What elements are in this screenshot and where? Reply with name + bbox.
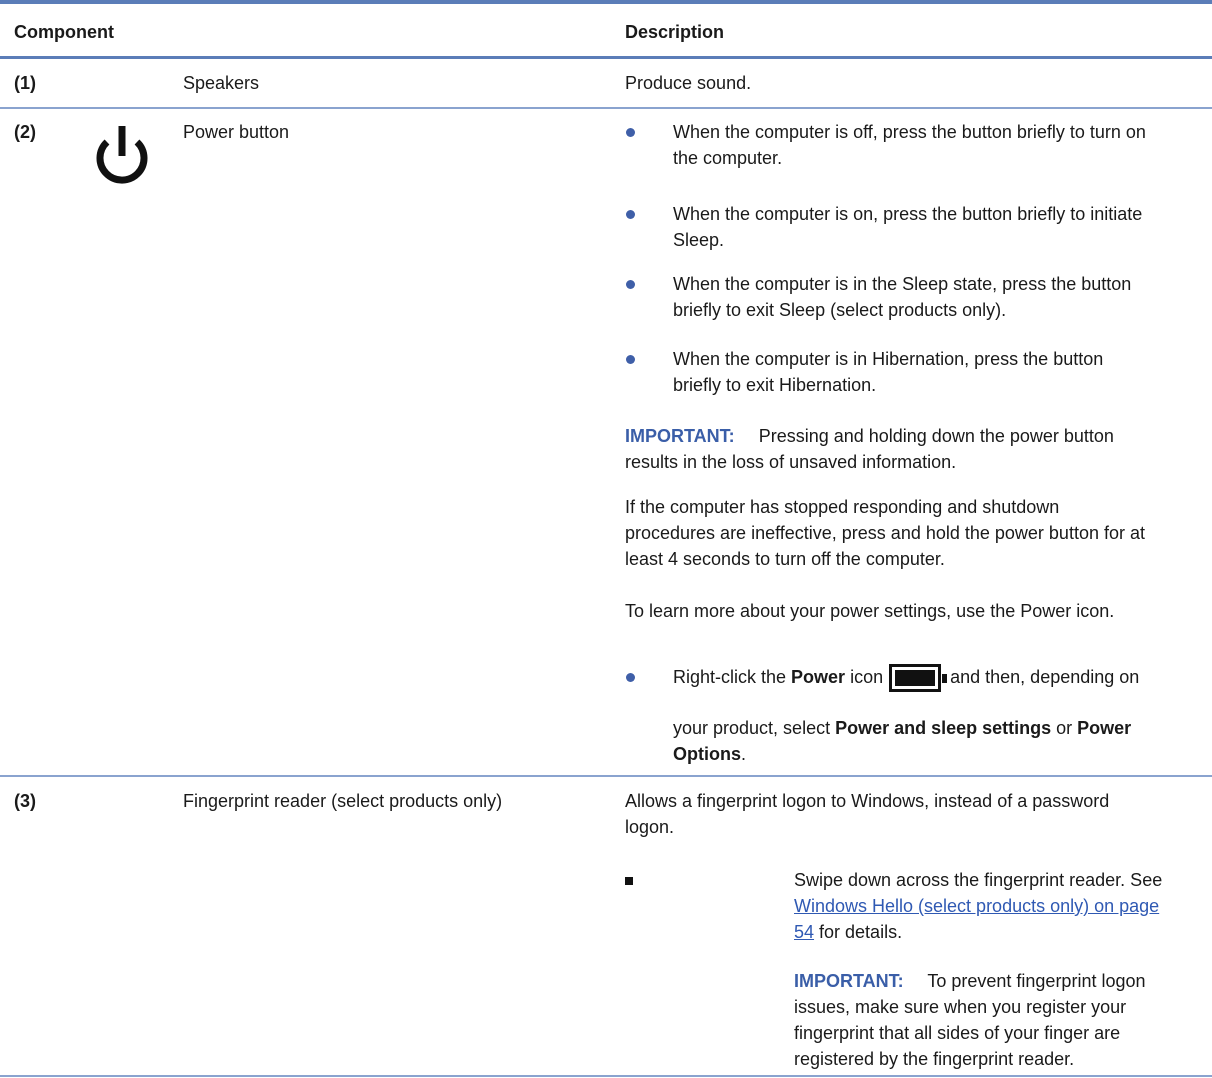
bullet-2-line-1: When the computer is on, press the butto… bbox=[673, 204, 1143, 224]
important-text: Pressing and holding down the power butt… bbox=[758, 426, 1114, 446]
row-3-number: (3) bbox=[14, 791, 36, 811]
row-1-rule bbox=[0, 107, 1212, 109]
header-component: Component bbox=[14, 22, 114, 42]
swipe-line-3: 54 for details. bbox=[794, 919, 902, 945]
bullet-2-line-2: Sleep. bbox=[673, 230, 725, 250]
imp-line-3: fingerprint that all sides of your finge… bbox=[794, 1023, 1121, 1043]
bullet-dot bbox=[626, 280, 635, 289]
rc-power-bold: Power bbox=[791, 667, 846, 687]
row-3-name: Fingerprint reader (select products only… bbox=[183, 791, 503, 811]
bullet-dot bbox=[626, 128, 635, 137]
page-54-link[interactable]: 54 bbox=[794, 922, 814, 942]
row-3-desc-line-2: logon. bbox=[625, 817, 675, 837]
bullet-3-line-1: When the computer is in the Sleep state,… bbox=[673, 274, 1132, 294]
bullet-dot bbox=[626, 210, 635, 219]
rc3-end: . bbox=[741, 744, 747, 764]
imp-line-1: To prevent fingerprint logon bbox=[927, 971, 1146, 991]
row-1-name: Speakers bbox=[183, 73, 260, 93]
right-click-line-3: Options. bbox=[673, 741, 746, 767]
rc2-prefix: your product, select bbox=[673, 718, 836, 738]
important-label-2: IMPORTANT: bbox=[794, 971, 904, 991]
row-2-name: Power button bbox=[183, 122, 290, 142]
rc2-bold-power: Power bbox=[1077, 718, 1132, 738]
power-settings-para: To learn more about your power settings,… bbox=[625, 601, 1115, 621]
bullet-4-line-2: briefly to exit Hibernation. bbox=[673, 375, 877, 395]
bullet-dot bbox=[626, 673, 635, 682]
header-bottom-rule bbox=[0, 56, 1212, 59]
row-1-description: Produce sound. bbox=[625, 73, 752, 93]
rc2-bold-power-sleep: Power and sleep settings bbox=[835, 718, 1052, 738]
right-click-line-1: Right-click the Power icon and then, dep… bbox=[673, 664, 1140, 693]
bullet-3-line-2: briefly to exit Sleep (select products o… bbox=[673, 300, 1007, 320]
header-description: Description bbox=[625, 22, 725, 42]
windows-hello-link[interactable]: Windows Hello (select products only) on … bbox=[794, 893, 1159, 919]
bullet-4-line-1: When the computer is in Hibernation, pre… bbox=[673, 349, 1104, 369]
important-text-line-2: results in the loss of unsaved informati… bbox=[625, 452, 957, 472]
imp-line-2: issues, make sure when you register your bbox=[794, 997, 1127, 1017]
bullet-1-line-2: the computer. bbox=[673, 148, 783, 168]
battery-icon bbox=[889, 664, 948, 693]
unresponsive-para-line-3: least 4 seconds to turn off the computer… bbox=[625, 549, 945, 569]
important-label: IMPORTANT: bbox=[625, 426, 735, 446]
swipe-end: for details. bbox=[814, 922, 903, 942]
imp-line-4: registered by the fingerprint reader. bbox=[794, 1049, 1075, 1069]
row-2-rule bbox=[0, 775, 1212, 777]
rc2-or: or bbox=[1051, 718, 1078, 738]
important-note-power: IMPORTANT: Pressing and holding down the… bbox=[625, 423, 1114, 449]
power-icon bbox=[96, 126, 148, 184]
rc-prefix: Right-click the bbox=[673, 667, 792, 687]
swipe-line-1: Swipe down across the fingerprint reader… bbox=[794, 870, 1163, 890]
table-bottom-rule bbox=[0, 1075, 1212, 1077]
row-2-number: (2) bbox=[14, 122, 36, 142]
rc-suffix: and then, depending on bbox=[945, 667, 1140, 687]
unresponsive-para-line-1: If the computer has stopped responding a… bbox=[625, 497, 1060, 517]
rc-icon-word: icon bbox=[845, 667, 884, 687]
row-3-desc-line-1: Allows a fingerprint logon to Windows, i… bbox=[625, 791, 1110, 811]
bullet-1-line-1: When the computer is off, press the butt… bbox=[673, 122, 1146, 142]
bullet-dot bbox=[626, 355, 635, 364]
unresponsive-para-line-2: procedures are ineffective, press and ho… bbox=[625, 523, 1145, 543]
table-top-rule bbox=[0, 0, 1212, 4]
right-click-line-2: your product, select Power and sleep set… bbox=[673, 715, 1131, 741]
row-1-number: (1) bbox=[14, 73, 36, 93]
square-bullet bbox=[625, 877, 633, 885]
important-note-fingerprint: IMPORTANT: To prevent fingerprint logon bbox=[794, 968, 1146, 994]
rc3-bold-options: Options bbox=[673, 744, 741, 764]
